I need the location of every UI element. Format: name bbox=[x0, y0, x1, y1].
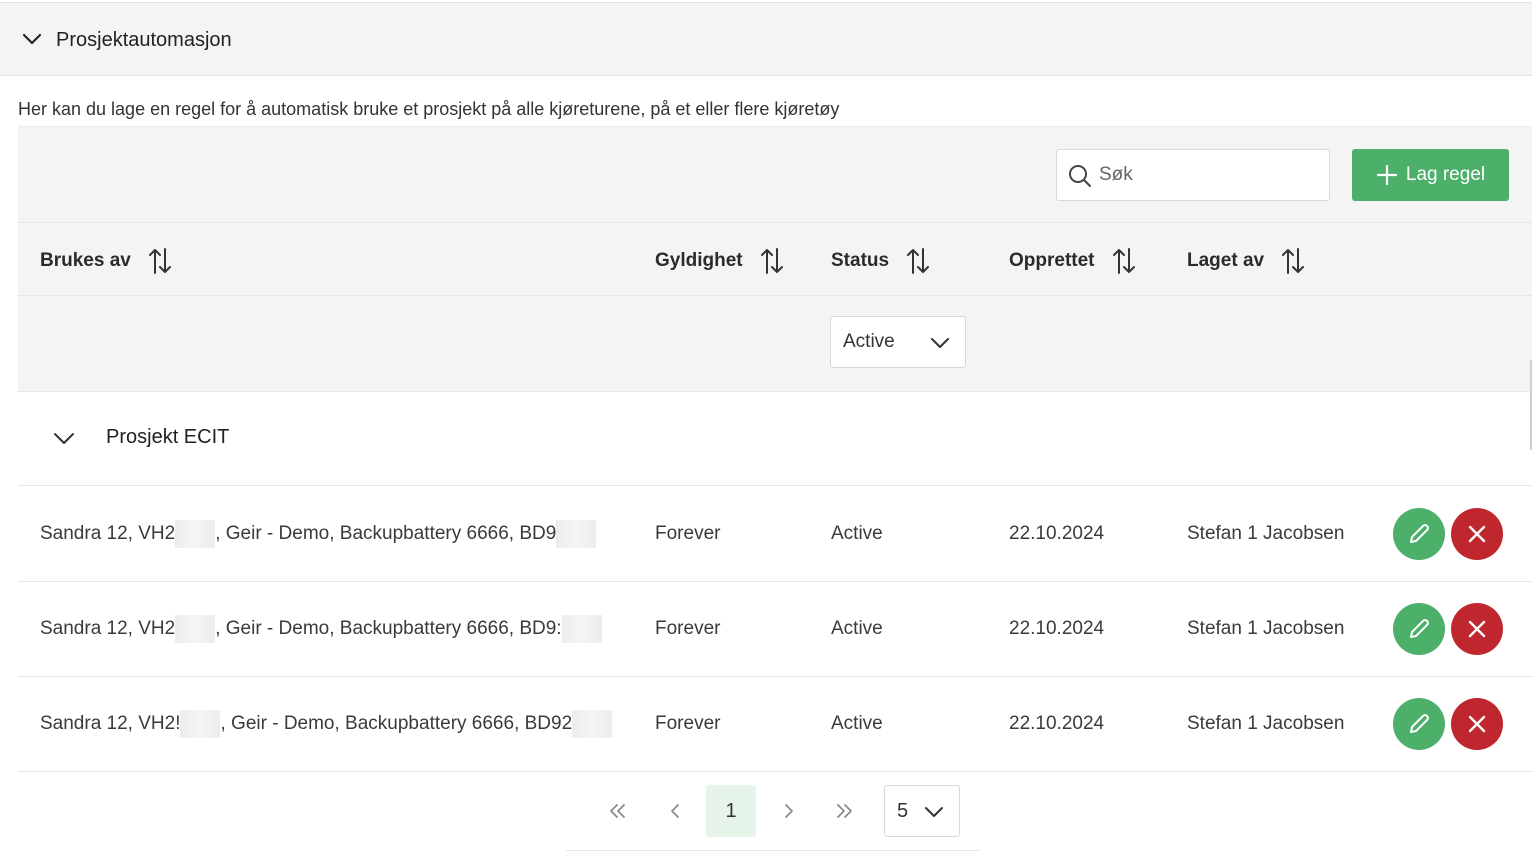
chevron-down-icon bbox=[54, 433, 74, 444]
first-page-button[interactable] bbox=[592, 785, 642, 837]
status-cell: Active bbox=[831, 618, 883, 639]
next-page-button[interactable] bbox=[764, 785, 814, 837]
chevron-down-icon bbox=[22, 33, 42, 45]
column-header-opprettet[interactable]: Opprettet bbox=[1009, 247, 1137, 275]
pencil-icon bbox=[1410, 619, 1429, 638]
used-by-text: Sandra 12, VH2 bbox=[40, 523, 176, 544]
sort-icon bbox=[760, 248, 783, 274]
close-icon bbox=[1468, 715, 1486, 733]
chevron-down-icon bbox=[931, 338, 949, 348]
column-header-status[interactable]: Status bbox=[831, 247, 931, 275]
pencil-icon bbox=[1410, 714, 1429, 733]
made-by-cell: Stefan 1 Jacobsen bbox=[1187, 713, 1345, 734]
validity-cell: Forever bbox=[655, 523, 721, 544]
redacted-text bbox=[180, 709, 221, 738]
column-label: Brukes av bbox=[40, 250, 131, 271]
redacted-text bbox=[561, 614, 602, 643]
sort-icon bbox=[148, 248, 171, 274]
sort-icon bbox=[1112, 248, 1135, 274]
redacted-text bbox=[572, 709, 613, 738]
sort-icon bbox=[907, 248, 930, 274]
edit-button[interactable] bbox=[1393, 603, 1445, 655]
redacted-text bbox=[556, 519, 597, 548]
delete-button[interactable] bbox=[1451, 603, 1503, 655]
table-toolbar: Lag regel bbox=[18, 126, 1532, 222]
chevron-right-icon bbox=[785, 804, 793, 818]
used-by-cell: Sandra 12, VH2 , Geir - Demo, Backupbatte… bbox=[40, 519, 597, 548]
redacted-text bbox=[175, 519, 216, 548]
created-cell: 22.10.2024 bbox=[1009, 713, 1105, 734]
delete-button[interactable] bbox=[1451, 508, 1503, 560]
status-filter-select[interactable]: Active bbox=[830, 316, 966, 368]
search-icon bbox=[1069, 165, 1091, 187]
validity-cell: Forever bbox=[655, 618, 721, 639]
section-description: Her kan du lage en regel for å automatis… bbox=[18, 99, 840, 119]
table-row: Sandra 12, VH2! , Geir - Demo, Backupbatt… bbox=[18, 677, 1532, 772]
table-header: Brukes av Gyldighet Status Opprettet Lag… bbox=[18, 222, 1532, 296]
previous-page-button[interactable] bbox=[650, 785, 700, 837]
page-size-select[interactable]: 5 bbox=[884, 785, 960, 837]
column-label: Gyldighet bbox=[655, 250, 743, 271]
created-cell: 22.10.2024 bbox=[1009, 523, 1105, 544]
close-icon bbox=[1468, 620, 1486, 638]
used-by-text: Sandra 12, VH2 bbox=[40, 618, 176, 639]
delete-button[interactable] bbox=[1451, 698, 1503, 750]
search-box[interactable] bbox=[1056, 149, 1330, 201]
double-chevron-left-icon bbox=[610, 804, 625, 818]
validity-cell: Forever bbox=[655, 713, 721, 734]
column-header-laget-av[interactable]: Laget av bbox=[1187, 247, 1306, 275]
column-label: Laget av bbox=[1187, 250, 1265, 271]
used-by-cell: Sandra 12, VH2! , Geir - Demo, Backupbatt… bbox=[40, 709, 613, 738]
created-cell: 22.10.2024 bbox=[1009, 618, 1105, 639]
filter-row: Active bbox=[18, 296, 1532, 392]
used-by-text: , Geir - Demo, Backupbattery 6666, BD9: bbox=[215, 618, 562, 639]
last-page-button[interactable] bbox=[820, 785, 870, 837]
section-header-toggle[interactable]: Prosjektautomasjon bbox=[0, 2, 1532, 76]
used-by-text: , Geir - Demo, Backupbattery 6666, BD92 bbox=[220, 713, 573, 734]
edit-button[interactable] bbox=[1393, 698, 1445, 750]
page-button-current[interactable]: 1 bbox=[706, 785, 756, 837]
pagination: 1 5 bbox=[566, 771, 980, 851]
used-by-text: Sandra 12, VH2! bbox=[40, 713, 181, 734]
pencil-icon bbox=[1410, 524, 1429, 543]
used-by-text: , Geir - Demo, Backupbattery 6666, BD9 bbox=[215, 523, 557, 544]
column-label: Status bbox=[831, 250, 890, 271]
redacted-text bbox=[175, 614, 216, 643]
status-cell: Active bbox=[831, 523, 883, 544]
plus-icon bbox=[1376, 164, 1397, 186]
status-filter-value: Active bbox=[843, 331, 895, 352]
table-row: Sandra 12, VH2 , Geir - Demo, Backupbatte… bbox=[18, 582, 1532, 677]
double-chevron-right-icon bbox=[837, 804, 852, 818]
made-by-cell: Stefan 1 Jacobsen bbox=[1187, 618, 1345, 639]
column-label: Opprettet bbox=[1009, 250, 1095, 271]
status-cell: Active bbox=[831, 713, 883, 734]
column-header-brukes-av[interactable]: Brukes av bbox=[40, 247, 173, 275]
chevron-left-icon bbox=[671, 804, 679, 818]
group-name: Prosjekt ECIT bbox=[106, 426, 230, 448]
page-size-value: 5 bbox=[897, 800, 909, 822]
search-input[interactable] bbox=[1099, 160, 1319, 190]
edit-button[interactable] bbox=[1393, 508, 1445, 560]
table-row: Sandra 12, VH2 , Geir - Demo, Backupbatte… bbox=[18, 487, 1532, 582]
section-title: Prosjektautomasjon bbox=[56, 29, 232, 51]
used-by-cell: Sandra 12, VH2 , Geir - Demo, Backupbatte… bbox=[40, 614, 602, 643]
add-rule-button[interactable]: Lag regel bbox=[1352, 149, 1509, 201]
close-icon bbox=[1468, 525, 1486, 543]
made-by-cell: Stefan 1 Jacobsen bbox=[1187, 523, 1345, 544]
group-toggle-prosjekt-ecit[interactable]: Prosjekt ECIT bbox=[18, 392, 1532, 486]
column-header-gyldighet[interactable]: Gyldighet bbox=[655, 247, 785, 275]
sort-icon bbox=[1282, 248, 1305, 274]
chevron-down-icon bbox=[925, 807, 943, 817]
add-rule-label: Lag regel bbox=[1405, 164, 1486, 185]
